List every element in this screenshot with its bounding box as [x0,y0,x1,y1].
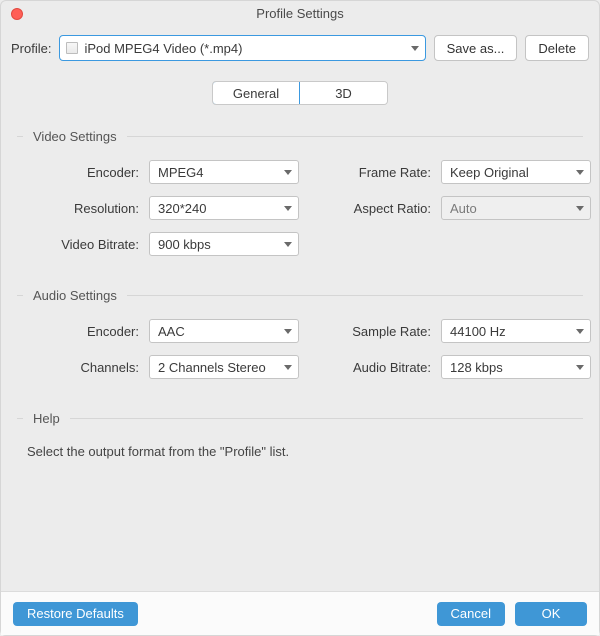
aspect-ratio-select[interactable]: Auto [441,196,591,220]
tab-3d[interactable]: 3D [299,82,387,104]
video-encoder-label: Encoder: [25,165,143,180]
profile-row: Profile: iPod MPEG4 Video (*.mp4) Save a… [1,27,599,71]
help-legend: Help [33,411,60,426]
ok-button[interactable]: OK [515,602,587,626]
bottom-bar: Restore Defaults Cancel OK [1,591,599,635]
help-group: Help Select the output format from the "… [17,411,583,461]
chevron-down-icon [576,329,584,334]
chevron-down-icon [284,329,292,334]
audio-bitrate-select[interactable]: 128 kbps [441,355,591,379]
cancel-button[interactable]: Cancel [437,602,505,626]
close-window-button[interactable] [11,8,23,20]
audio-settings-group: Audio Settings Encoder: AAC Sample Rate:… [17,288,583,379]
audio-settings-legend: Audio Settings [33,288,117,303]
tab-general[interactable]: General [212,81,300,105]
audio-encoder-label: Encoder: [25,324,143,339]
save-as-button[interactable]: Save as... [434,35,518,61]
video-encoder-select[interactable]: MPEG4 [149,160,299,184]
chevron-down-icon [284,365,292,370]
audio-bitrate-label: Audio Bitrate: [305,360,435,375]
aspect-ratio-label: Aspect Ratio: [305,201,435,216]
sample-rate-select[interactable]: 44100 Hz [441,319,591,343]
tab-bar: General 3D [1,81,599,105]
chevron-down-icon [576,206,584,211]
profile-value: iPod MPEG4 Video (*.mp4) [84,41,410,56]
chevron-down-icon [411,46,419,51]
chevron-down-icon [284,242,292,247]
sample-rate-label: Sample Rate: [305,324,435,339]
chevron-down-icon [284,170,292,175]
video-bitrate-select[interactable]: 900 kbps [149,232,299,256]
video-settings-legend: Video Settings [33,129,117,144]
video-settings-group: Video Settings Encoder: MPEG4 Frame Rate… [17,129,583,256]
delete-button[interactable]: Delete [525,35,589,61]
resolution-label: Resolution: [25,201,143,216]
profile-settings-window: Profile Settings Profile: iPod MPEG4 Vid… [0,0,600,636]
frame-rate-select[interactable]: Keep Original [441,160,591,184]
device-icon [66,42,78,54]
audio-encoder-select[interactable]: AAC [149,319,299,343]
channels-select[interactable]: 2 Channels Stereo [149,355,299,379]
chevron-down-icon [576,170,584,175]
profile-label: Profile: [11,41,51,56]
resolution-select[interactable]: 320*240 [149,196,299,220]
video-bitrate-label: Video Bitrate: [25,237,143,252]
help-text: Select the output format from the "Profi… [17,442,583,461]
titlebar: Profile Settings [1,1,599,27]
chevron-down-icon [284,206,292,211]
channels-label: Channels: [25,360,143,375]
chevron-down-icon [576,365,584,370]
window-title: Profile Settings [256,6,343,21]
frame-rate-label: Frame Rate: [305,165,435,180]
profile-select[interactable]: iPod MPEG4 Video (*.mp4) [59,35,425,61]
restore-defaults-button[interactable]: Restore Defaults [13,602,138,626]
